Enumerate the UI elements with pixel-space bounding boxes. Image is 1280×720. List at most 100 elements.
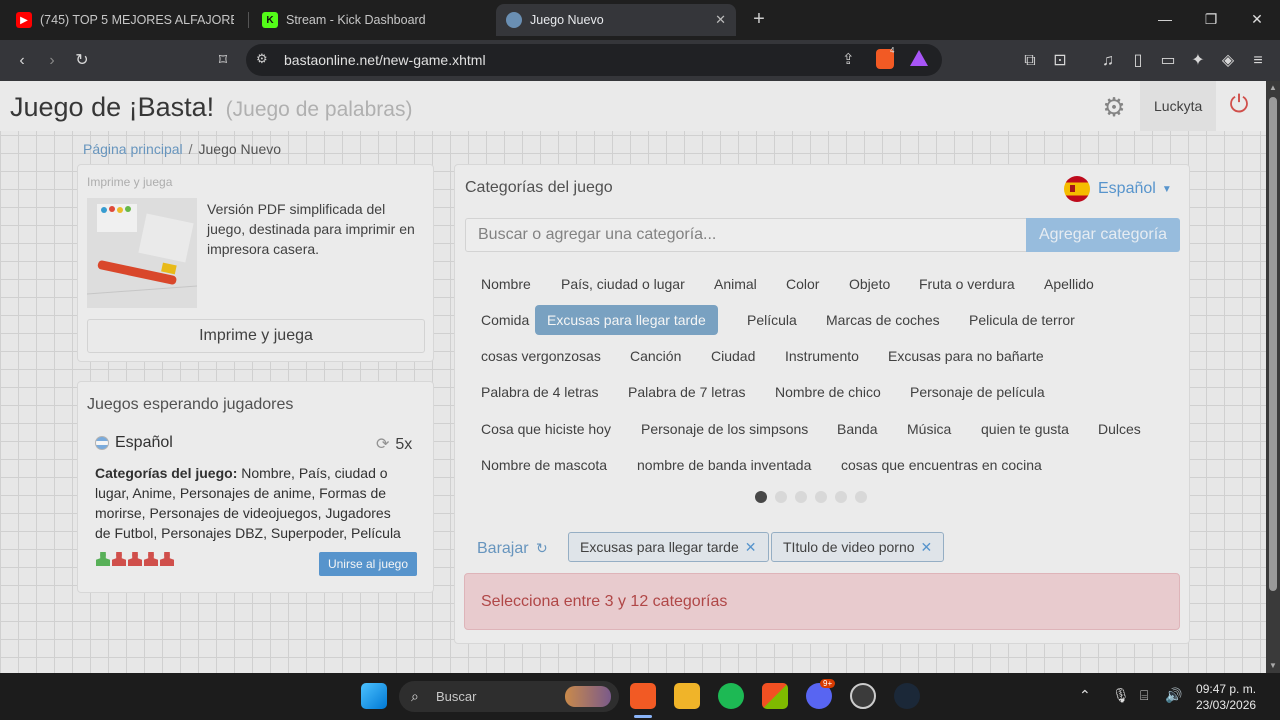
- category-chip[interactable]: Color: [774, 269, 831, 299]
- category-chip[interactable]: Ciudad: [699, 341, 767, 371]
- leo-ai-icon[interactable]: ✦: [1186, 49, 1210, 73]
- brave-browser-icon[interactable]: [630, 683, 656, 709]
- bookmark-icon[interactable]: ⌑: [211, 49, 235, 73]
- microsoft-store-icon[interactable]: [762, 683, 788, 709]
- category-chip[interactable]: Pelicula de terror: [957, 305, 1087, 335]
- category-chip[interactable]: Cosa que hiciste hoy: [469, 414, 623, 444]
- wallet-icon[interactable]: ▭: [1156, 49, 1180, 73]
- menu-icon[interactable]: ≡: [1246, 49, 1270, 73]
- category-chip[interactable]: cosas que encuentras en cocina: [829, 450, 1054, 480]
- scrollbar-thumb[interactable]: [1269, 97, 1277, 591]
- category-chip[interactable]: Instrumento: [773, 341, 871, 371]
- forward-icon[interactable]: ›: [40, 49, 64, 73]
- category-chip[interactable]: Canción: [618, 341, 693, 371]
- active-app-indicator: [634, 715, 652, 718]
- pagination-dot[interactable]: [835, 491, 847, 503]
- spain-flag-icon: [1064, 176, 1090, 202]
- category-chip[interactable]: Película: [735, 305, 809, 335]
- breadcrumb-current: Juego Nuevo: [198, 141, 282, 157]
- category-chip[interactable]: Personaje de película: [898, 377, 1057, 407]
- tab-youtube[interactable]: ▶ (745) TOP 5 MEJORES ALFAJORES - Y: [6, 4, 244, 36]
- windows-start-icon[interactable]: [361, 683, 387, 709]
- category-chip[interactable]: Nombre de mascota: [469, 450, 619, 480]
- category-chip[interactable]: Palabra de 4 letras: [469, 377, 611, 407]
- tab-juego-nuevo[interactable]: Juego Nuevo ✕: [496, 4, 736, 36]
- category-chip[interactable]: Comida: [469, 305, 541, 335]
- category-chip[interactable]: Nombre de chico: [763, 377, 893, 407]
- pagination-dot[interactable]: [775, 491, 787, 503]
- restore-icon[interactable]: ❐: [1200, 8, 1222, 30]
- logout-power-icon[interactable]: ⏻: [1226, 92, 1252, 118]
- category-chip[interactable]: Música: [895, 414, 963, 444]
- category-chip[interactable]: Excusas para no bañarte: [876, 341, 1056, 371]
- spotify-icon[interactable]: [718, 683, 744, 709]
- vpn-icon[interactable]: ◈: [1216, 49, 1240, 73]
- selected-category-tag: Excusas para llegar tarde ✕: [568, 532, 769, 562]
- reload-icon[interactable]: ↻: [70, 49, 94, 73]
- brave-rewards-icon[interactable]: [910, 50, 928, 66]
- category-chip[interactable]: Marcas de coches: [814, 305, 952, 335]
- category-chip[interactable]: País, ciudad o lugar: [549, 269, 697, 299]
- print-preview-image[interactable]: [87, 198, 197, 308]
- remove-tag-icon[interactable]: ✕: [921, 539, 933, 555]
- share-icon[interactable]: ⇪: [842, 50, 855, 68]
- new-tab-button[interactable]: +: [748, 8, 770, 30]
- remove-tag-icon[interactable]: ✕: [745, 539, 757, 555]
- category-chip[interactable]: nombre de banda inventada: [625, 450, 823, 480]
- address-bar[interactable]: ⚙ bastaonline.net/new-game.xhtml ⇪ 4: [246, 44, 942, 76]
- extensions-icon[interactable]: ⧉: [1018, 49, 1042, 73]
- site-info-icon[interactable]: ⚙: [256, 51, 268, 67]
- pagination-dot[interactable]: [795, 491, 807, 503]
- category-chip[interactable]: Banda: [825, 414, 889, 444]
- reader-icon[interactable]: ⊡: [1048, 49, 1072, 73]
- title-text: Juego de ¡Basta!: [10, 92, 215, 122]
- page-title: Juego de ¡Basta! (Juego de palabras): [10, 92, 412, 123]
- obs-icon[interactable]: [850, 683, 876, 709]
- network-icon[interactable]: ⌸: [1140, 687, 1148, 704]
- tab-kick[interactable]: K Stream - Kick Dashboard: [252, 4, 490, 36]
- category-chip[interactable]: Fruta o verdura: [907, 269, 1027, 299]
- pagination-dot[interactable]: [815, 491, 827, 503]
- microphone-icon[interactable]: 🎙: [1112, 687, 1130, 704]
- category-chip[interactable]: Apellido: [1032, 269, 1106, 299]
- file-explorer-icon[interactable]: [674, 683, 700, 709]
- category-chip[interactable]: Nombre: [469, 269, 543, 299]
- category-chip[interactable]: Dulces: [1086, 414, 1153, 444]
- search-highlight-icon: [565, 686, 611, 707]
- settings-gear-icon[interactable]: ⚙: [1100, 93, 1128, 121]
- page-scrollbar[interactable]: ▲ ▼: [1266, 81, 1280, 673]
- pagination-dot[interactable]: [855, 491, 867, 503]
- basta-icon: [506, 12, 522, 28]
- pagination-dots: [755, 491, 867, 503]
- breadcrumb-home-link[interactable]: Página principal: [83, 141, 183, 157]
- category-chip[interactable]: cosas vergonzosas: [469, 341, 613, 371]
- back-icon[interactable]: ‹: [10, 49, 34, 73]
- category-chip[interactable]: Objeto: [837, 269, 902, 299]
- close-tab-icon[interactable]: ✕: [715, 12, 726, 28]
- category-search-input[interactable]: [465, 218, 1027, 252]
- join-game-button[interactable]: Unirse al juego: [319, 552, 417, 576]
- category-chip[interactable]: Personaje de los simpsons: [629, 414, 820, 444]
- language-select[interactable]: Español ▼: [1064, 176, 1172, 202]
- category-chip[interactable]: quien te gusta: [969, 414, 1081, 444]
- show-hidden-icons-icon[interactable]: ⌃: [1079, 687, 1091, 704]
- url-text: bastaonline.net/new-game.xhtml: [284, 52, 486, 68]
- media-icon[interactable]: ♫: [1096, 49, 1120, 73]
- taskbar-search[interactable]: ⌕ Buscar: [399, 681, 619, 712]
- shuffle-button[interactable]: Barajar ↻: [477, 540, 548, 558]
- volume-icon[interactable]: 🔊: [1165, 687, 1182, 704]
- category-chip[interactable]: Animal: [702, 269, 769, 299]
- category-chip[interactable]: Excusas para llegar tarde: [535, 305, 718, 335]
- scroll-up-icon[interactable]: ▲: [1268, 83, 1278, 93]
- scroll-down-icon[interactable]: ▼: [1268, 661, 1278, 671]
- steam-icon[interactable]: [894, 683, 920, 709]
- print-and-play-button[interactable]: Imprime y juega: [87, 319, 425, 353]
- taskbar-clock[interactable]: 09:47 p. m. 23/03/2026: [1196, 681, 1256, 713]
- category-chip[interactable]: Palabra de 7 letras: [616, 377, 758, 407]
- sidebar-icon[interactable]: ▯: [1126, 49, 1150, 73]
- user-menu[interactable]: Luckyta: [1140, 81, 1216, 131]
- minimize-icon[interactable]: —: [1154, 8, 1176, 30]
- close-window-icon[interactable]: ✕: [1246, 8, 1268, 30]
- add-category-button[interactable]: Agregar categoría: [1026, 218, 1180, 252]
- pagination-dot[interactable]: [755, 491, 767, 503]
